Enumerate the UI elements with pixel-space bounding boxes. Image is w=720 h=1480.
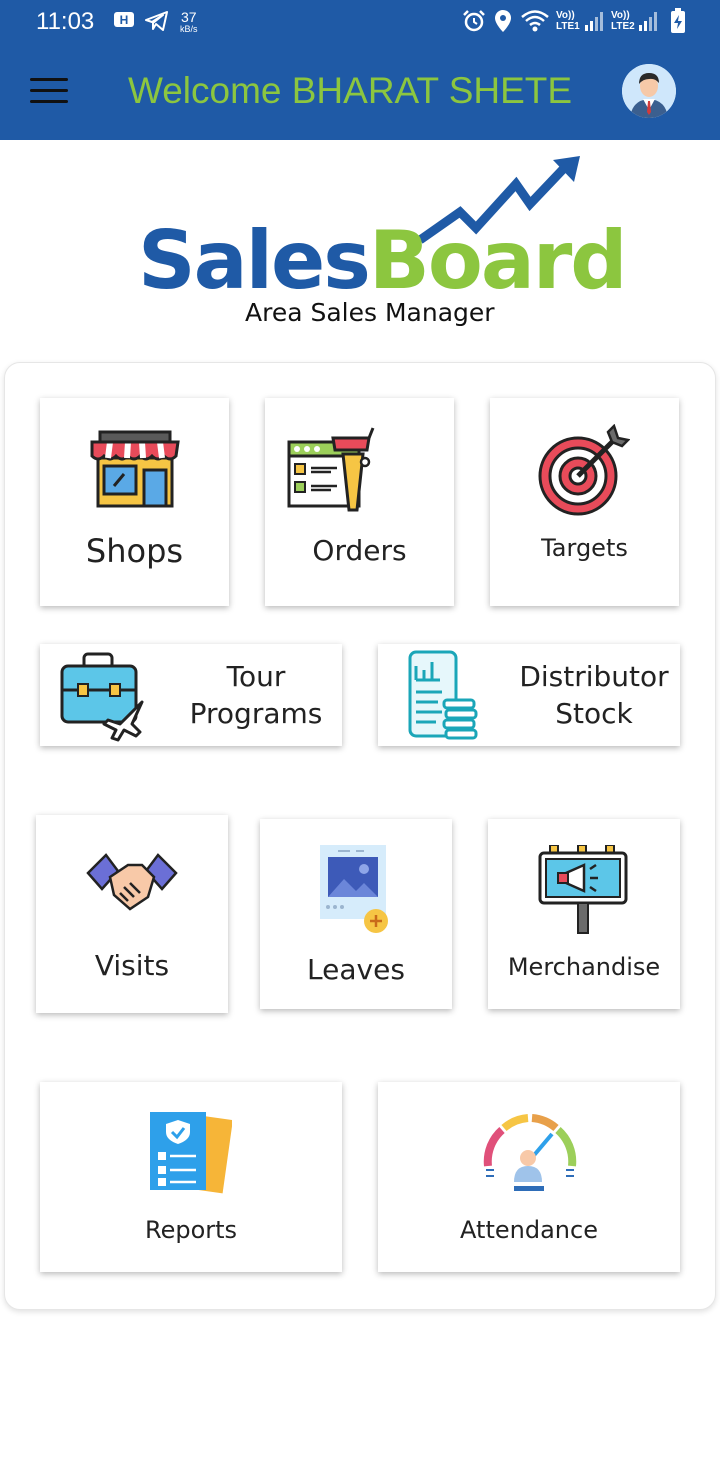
h-box-icon: H [114, 12, 134, 27]
attendance-label: Attendance [460, 1216, 598, 1244]
sim2-indicator: Vo)) LTE2 [611, 10, 635, 32]
targets-tile[interactable]: Targets [490, 398, 679, 606]
leaves-label: Leaves [307, 953, 405, 986]
shop-icon [90, 430, 180, 508]
visits-tile[interactable]: Visits [36, 815, 228, 1013]
merchandise-tile[interactable]: Merchandise [488, 819, 680, 1009]
attendance-tile[interactable]: Attendance [378, 1082, 680, 1272]
signal-icon [639, 12, 657, 31]
orders-label: Orders [312, 534, 407, 567]
leaves-tile[interactable]: Leaves [260, 819, 452, 1009]
sim1-indicator: Vo)) LTE1 [556, 10, 580, 32]
orders-tile[interactable]: Orders [265, 398, 454, 606]
phone-stock-icon [408, 650, 478, 740]
targets-label: Targets [541, 534, 628, 562]
visits-label: Visits [94, 949, 170, 982]
distributor-stock-tile[interactable]: Distributor Stock [378, 644, 680, 746]
hamburger-menu-icon[interactable] [30, 78, 68, 104]
reports-tile[interactable]: Reports [40, 1082, 342, 1272]
distributor-stock-label: Distributor Stock [519, 660, 669, 730]
shops-tile[interactable]: Shops [40, 398, 229, 606]
reports-label: Reports [144, 1216, 238, 1244]
reports-icon [150, 1112, 232, 1194]
net-speed: 37 kB/s [180, 9, 198, 34]
suitcase-plane-icon [60, 652, 144, 742]
tour-programs-label: Tour Programs [189, 660, 323, 730]
salesboard-logo: SalesBoard Area Sales Manager [138, 150, 628, 340]
brand-subtitle: Area Sales Manager [245, 298, 495, 327]
location-icon [495, 10, 511, 32]
handshake-icon [86, 853, 178, 911]
welcome-title: Welcome BHARAT SHETE [127, 70, 573, 111]
status-time: 11:03 [36, 8, 95, 35]
app-bar: 11:03 H 37 kB/s Vo)) LTE1 Vo)) LTE2 Welc… [0, 0, 720, 140]
order-list-cart-icon [287, 427, 375, 512]
user-avatar-icon[interactable] [622, 64, 676, 118]
merchandise-label: Merchandise [507, 953, 661, 981]
gauge-person-icon [483, 1114, 577, 1191]
svg-text:H: H [120, 13, 129, 27]
alarm-icon [463, 10, 485, 32]
battery-charging-icon [671, 8, 685, 33]
add-image-icon [320, 845, 388, 933]
brand-name: SalesBoard [138, 214, 628, 307]
wifi-icon [521, 10, 549, 32]
billboard-icon [538, 845, 628, 934]
signal-icon [585, 12, 603, 31]
status-bar: 11:03 H 37 kB/s Vo)) LTE1 Vo)) LTE2 [0, 0, 720, 44]
target-icon [538, 424, 630, 516]
shops-label: Shops [85, 532, 184, 570]
telegram-icon [145, 11, 168, 31]
tour-programs-tile[interactable]: Tour Programs [40, 644, 342, 746]
